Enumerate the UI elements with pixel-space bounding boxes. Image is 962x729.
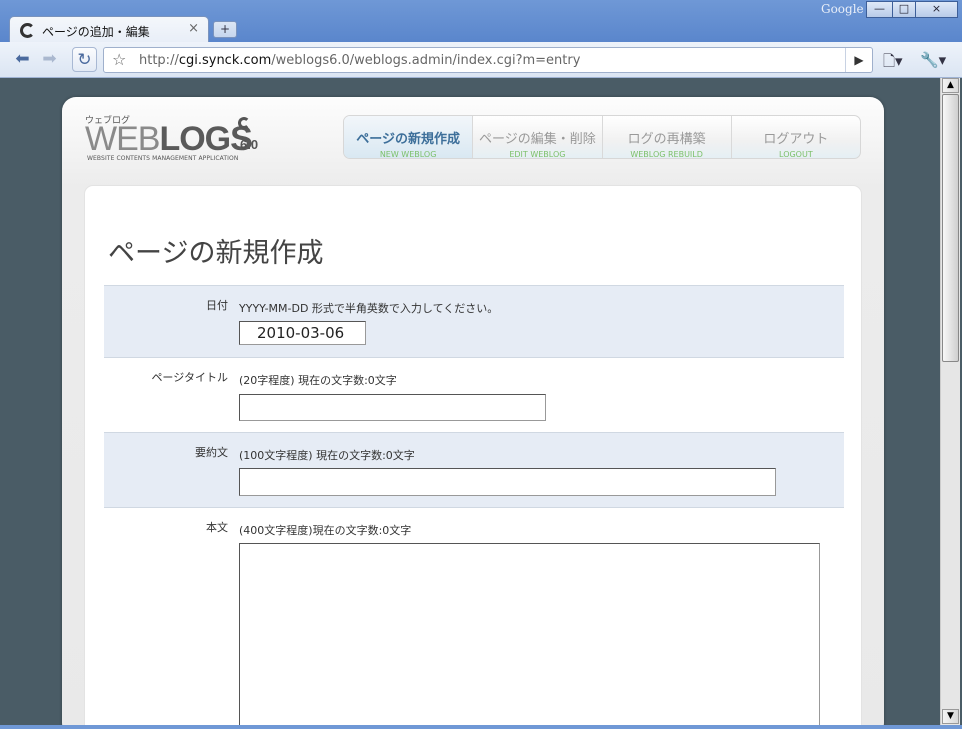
scroll-thumb[interactable] xyxy=(942,94,959,362)
scroll-up-icon[interactable]: ▲ xyxy=(942,78,959,93)
url-text: http://cgi.synck.com/weblogs6.0/weblogs.… xyxy=(139,53,581,68)
logo-mark-icon xyxy=(238,117,250,129)
page-title: ページの新規作成 xyxy=(108,238,324,269)
form-row-date: 日付 YYYY-MM-DD 形式で半角英数で入力してください。 xyxy=(104,285,844,357)
tab-close-icon[interactable]: × xyxy=(188,21,199,36)
body-note: (400文字程度)現在の文字数:0文字 xyxy=(239,524,412,537)
address-bar[interactable]: ☆ http://cgi.synck.com/weblogs6.0/weblog… xyxy=(103,47,873,73)
title-label: ページタイトル xyxy=(151,371,228,384)
title-note: (20字程度) 現在の文字数:0文字 xyxy=(239,374,397,387)
date-input[interactable]: 2010-03-06 xyxy=(239,321,366,345)
summary-label: 要約文 xyxy=(195,446,228,459)
wrench-menu-icon[interactable]: 🔧▾ xyxy=(920,51,946,69)
date-note: YYYY-MM-DD 形式で半角英数で入力してください。 xyxy=(239,302,499,315)
close-window-button[interactable]: × xyxy=(915,1,958,18)
nav-new-weblog[interactable]: ページの新規作成 NEW WEBLOG xyxy=(344,116,473,158)
scroll-down-icon[interactable]: ▼ xyxy=(942,709,959,724)
summary-note: (100文字程度) 現在の文字数:0文字 xyxy=(239,449,415,462)
browser-titlebar: ページの追加・編集 × + Google — □ × xyxy=(0,0,962,43)
minimize-button[interactable]: — xyxy=(866,1,893,18)
vertical-scrollbar[interactable]: ▲ ▼ xyxy=(940,78,960,725)
summary-input[interactable] xyxy=(239,468,776,496)
weblogs-favicon-icon xyxy=(20,23,35,38)
logo-tagline: WEBSITE CONTENTS MANAGEMENT APPLICATION xyxy=(87,155,239,162)
new-tab-button[interactable]: + xyxy=(213,21,237,38)
window-bottom-border xyxy=(0,725,962,729)
date-label: 日付 xyxy=(206,299,228,312)
browser-tab[interactable]: ページの追加・編集 × xyxy=(9,16,209,43)
title-input[interactable] xyxy=(239,394,546,421)
browser-brand-label: Google xyxy=(821,2,864,16)
page-menu-icon[interactable]: 🗋▾ xyxy=(883,51,903,76)
back-arrow-icon[interactable]: ⬅ xyxy=(10,47,35,72)
nav-weblog-rebuild[interactable]: ログの再構築 WEBLOG REBUILD xyxy=(601,116,731,158)
go-arrow-icon[interactable]: ▶ xyxy=(845,48,872,72)
logo-version: 6.0 xyxy=(240,137,259,152)
tab-title: ページの追加・編集 xyxy=(42,25,150,39)
bookmark-star-icon[interactable]: ☆ xyxy=(112,50,126,69)
logo-wordmark: WEBLOGS xyxy=(85,120,253,158)
global-navigation: ページの新規作成 NEW WEBLOG ページの編集・削除 EDIT WEBLO… xyxy=(343,115,861,159)
body-label: 本文 xyxy=(206,521,228,534)
maximize-button[interactable]: □ xyxy=(892,1,916,18)
browser-toolbar: ⬅ ➡ ↻ ☆ http://cgi.synck.com/weblogs6.0/… xyxy=(0,42,962,78)
reload-icon[interactable]: ↻ xyxy=(72,47,97,72)
forward-arrow-icon[interactable]: ➡ xyxy=(37,47,62,72)
body-textarea[interactable] xyxy=(239,543,820,725)
nav-edit-weblog[interactable]: ページの編集・削除 EDIT WEBLOG xyxy=(472,116,601,158)
nav-logout[interactable]: ログアウト LOGOUT xyxy=(730,116,860,158)
